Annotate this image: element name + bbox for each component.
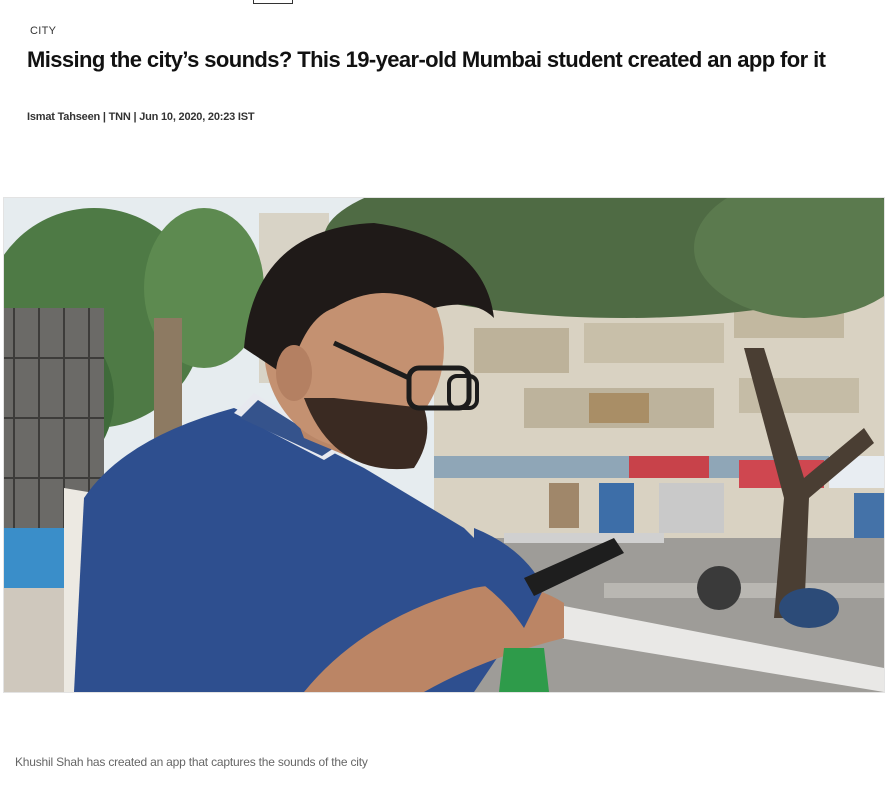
photo-caption: Khushil Shah has created an app that cap… (15, 755, 368, 769)
article-headline: Missing the city’s sounds? This 19-year-… (27, 47, 826, 72)
article-page: CITY Missing the city’s sounds? This 19-… (0, 0, 893, 785)
article-photo[interactable] (3, 197, 885, 693)
top-tab-marker (253, 0, 293, 4)
section-label[interactable]: CITY (30, 25, 56, 37)
article-byline: Ismat Tahseen | TNN | Jun 10, 2020, 20:2… (27, 111, 255, 123)
photo-illustration (4, 198, 884, 692)
